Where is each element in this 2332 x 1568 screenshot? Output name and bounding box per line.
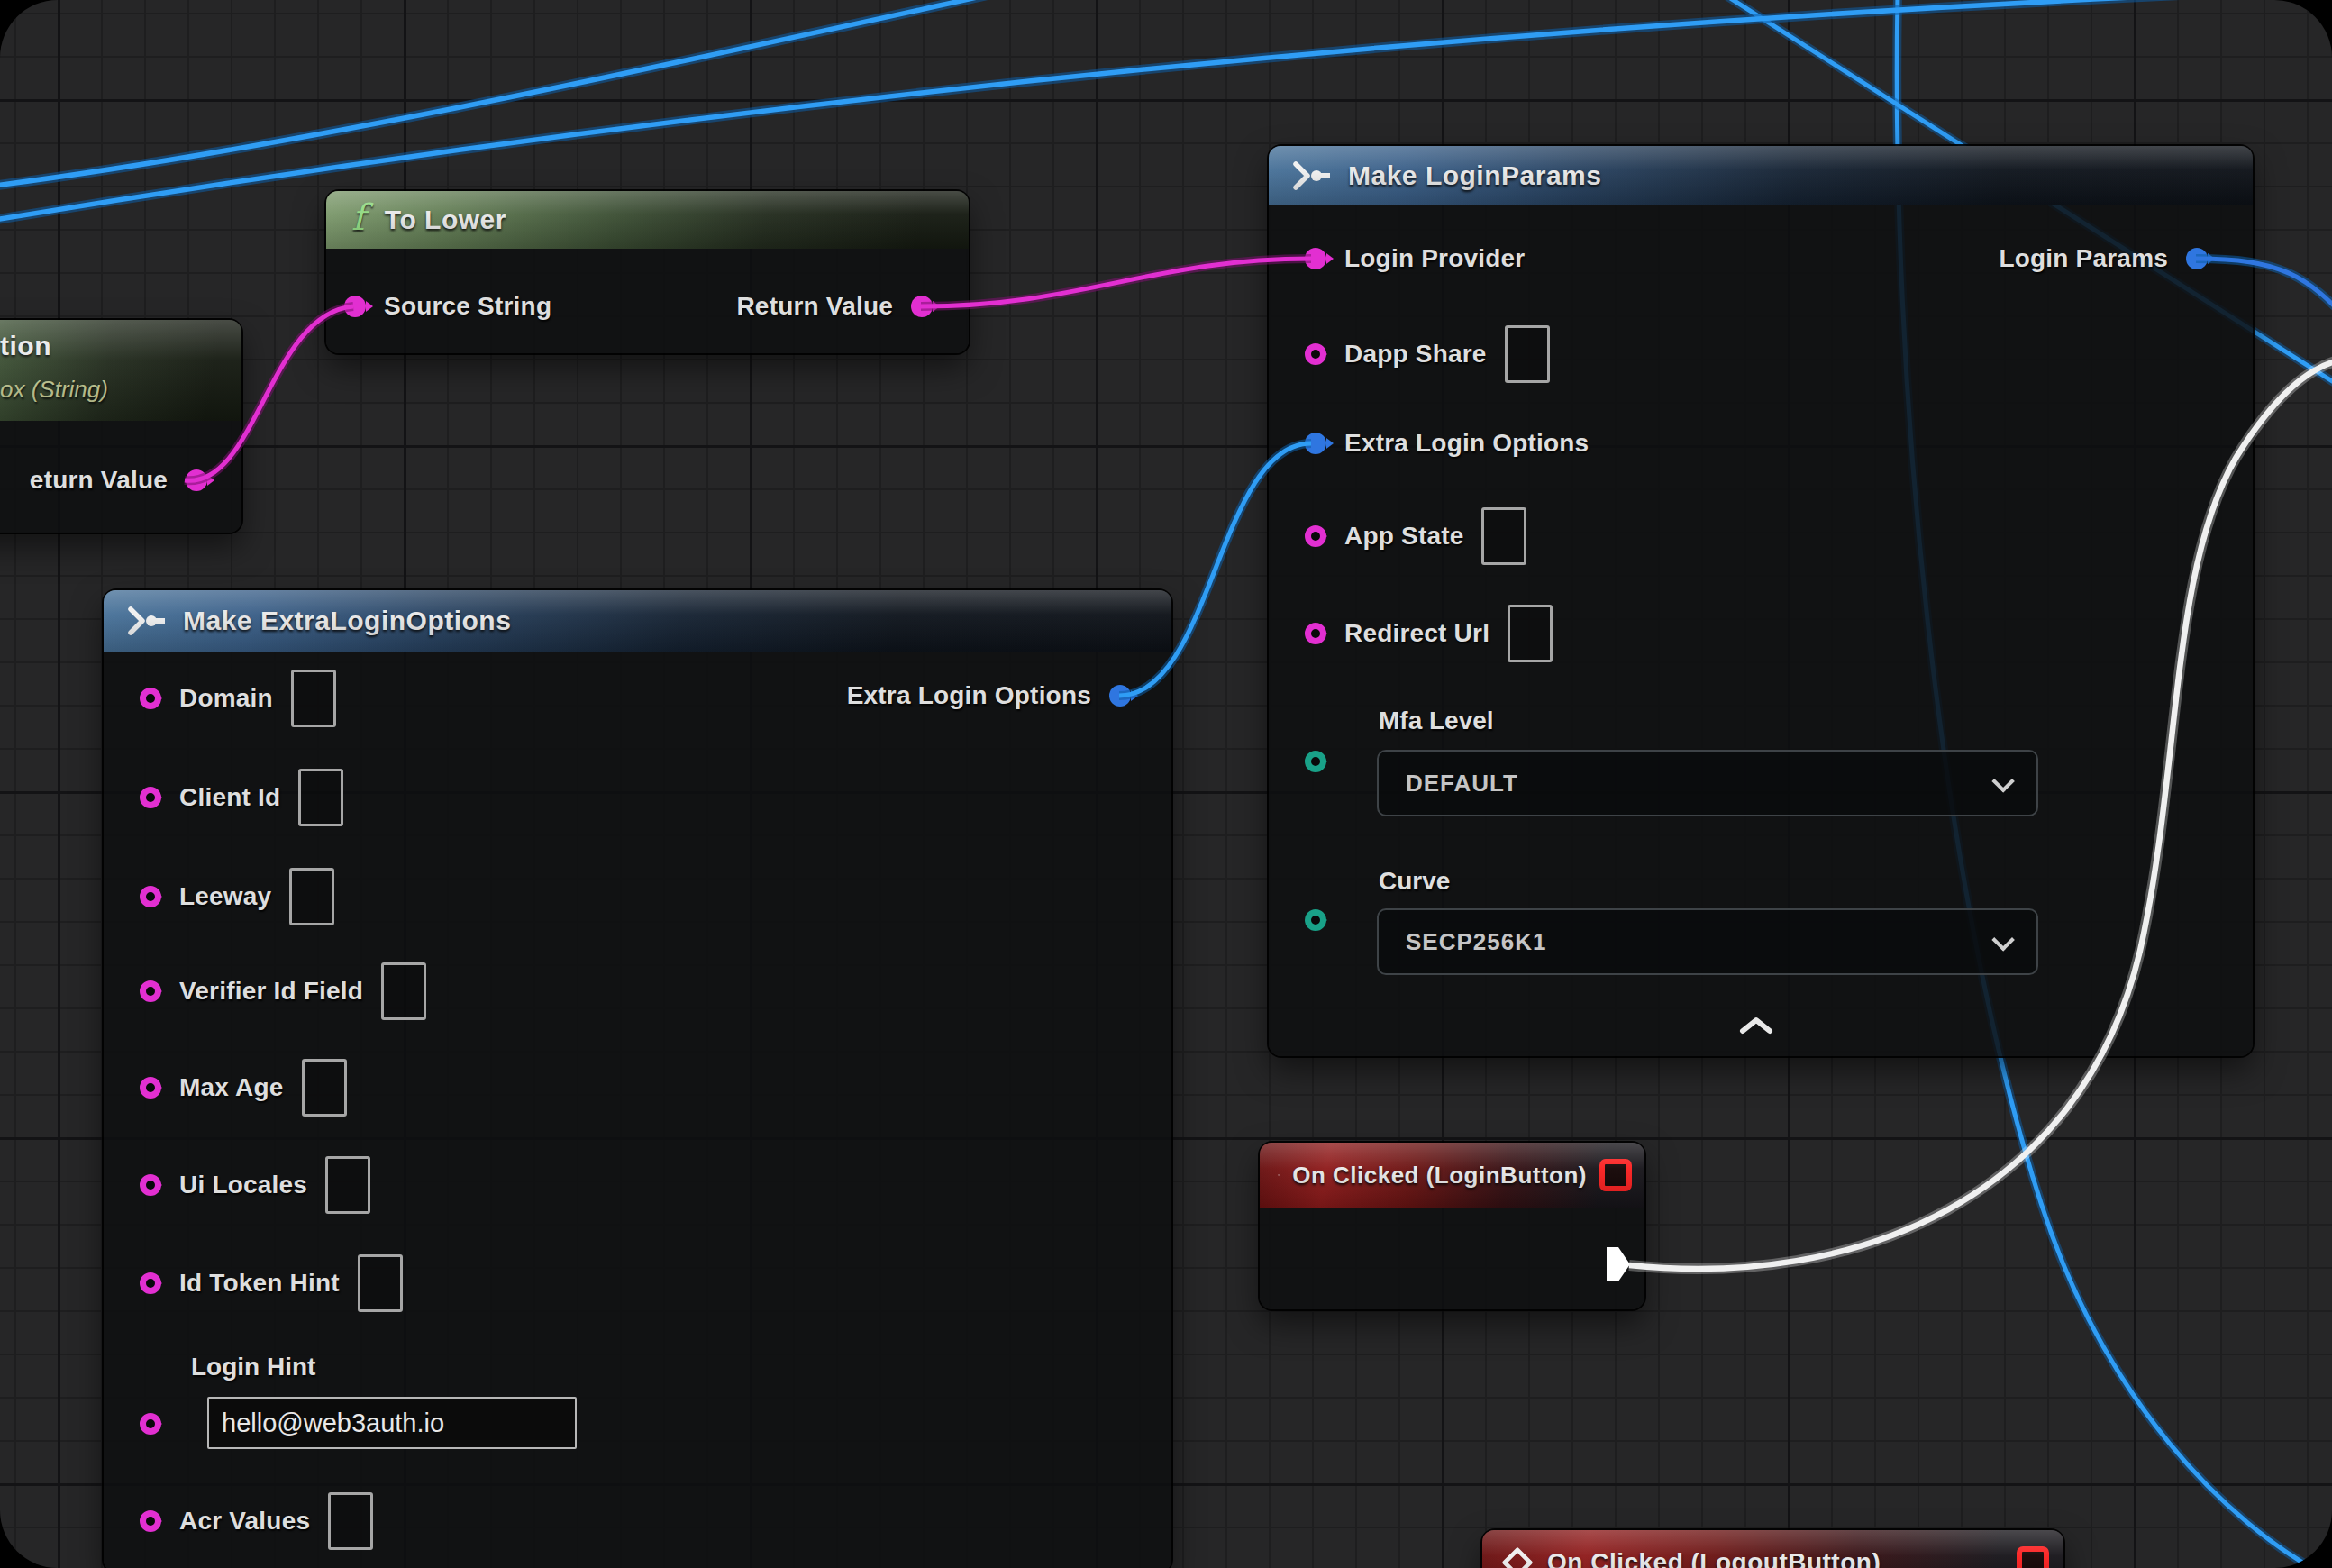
- pin-client-id[interactable]: [140, 787, 161, 808]
- mfa-level-label: Mfa Level: [1379, 707, 1494, 735]
- pin-ui-locales[interactable]: [140, 1174, 161, 1196]
- mfa-level-dropdown[interactable]: DEFAULT: [1377, 750, 2038, 816]
- pin-verifier-id-field[interactable]: [140, 980, 161, 1002]
- pin-source-string[interactable]: [344, 296, 366, 317]
- pin-dapp-share-value-box[interactable]: [1505, 325, 1550, 383]
- collapse-node-chevron[interactable]: [1737, 1016, 1775, 1035]
- pin-exec-output[interactable]: [1607, 1247, 1630, 1281]
- pin-login-params-output[interactable]: [2186, 248, 2208, 269]
- curve-dropdown[interactable]: SECP256K1: [1377, 908, 2038, 975]
- pin-dapp-share-label: Dapp Share: [1344, 340, 1487, 369]
- pin-extra-login-options-output[interactable]: [1109, 685, 1131, 707]
- pin-curve[interactable]: [1305, 909, 1326, 931]
- node-on-clicked-login-button-header: On Clicked (LoginButton): [1260, 1143, 1644, 1208]
- pin-mfa-level[interactable]: [1305, 751, 1326, 772]
- pin-redirect-url-value-box[interactable]: [1508, 605, 1553, 662]
- pin-acr-values-value-box[interactable]: [328, 1492, 373, 1550]
- pin-login-params-output-label: Login Params: [1999, 244, 2168, 273]
- pin-leeway[interactable]: [140, 886, 161, 907]
- mfa-level-value: DEFAULT: [1406, 770, 1518, 798]
- make-struct-icon: [125, 606, 167, 636]
- login-hint-input[interactable]: [207, 1397, 577, 1449]
- pin-acr-values[interactable]: [140, 1510, 161, 1532]
- pin-max-age-value-box[interactable]: [302, 1059, 347, 1117]
- make-struct-icon: [1290, 160, 1332, 191]
- pin-id-token-hint[interactable]: [140, 1272, 161, 1294]
- pin-client-id-value-box[interactable]: [298, 769, 343, 826]
- pin-return-value[interactable]: [911, 296, 933, 317]
- pin-return-value-label: eturn Value: [30, 466, 168, 495]
- node-make-extra-login-options-title: Make ExtraLoginOptions: [183, 606, 511, 636]
- node-on-clicked-login-button[interactable]: On Clicked (LoginButton): [1260, 1143, 1644, 1309]
- pin-login-hint[interactable]: [140, 1413, 161, 1435]
- pin-return-value-label: Return Value: [736, 292, 893, 321]
- pin-extra-login-options-input-label: Extra Login Options: [1344, 429, 1589, 458]
- pin-max-age-label: Max Age: [179, 1073, 284, 1102]
- pin-id-token-hint-value-box[interactable]: [358, 1254, 403, 1312]
- pin-dapp-share[interactable]: [1305, 343, 1326, 365]
- function-f-icon: f: [351, 196, 365, 238]
- node-on-clicked-login-button-title: On Clicked (LoginButton): [1292, 1162, 1587, 1190]
- pin-client-id-label: Client Id: [179, 783, 280, 812]
- node-on-clicked-logout-button-title: On Clicked (LogoutButton): [1547, 1548, 1881, 1568]
- node-partial-function-subtitle: ox (String): [0, 376, 108, 404]
- curve-value: SECP256K1: [1406, 928, 1546, 956]
- pin-verifier-id-field-label: Verifier Id Field: [179, 977, 363, 1006]
- pin-source-string-label: Source String: [384, 292, 551, 321]
- pin-max-age[interactable]: [140, 1077, 161, 1099]
- event-diamond-icon: [1278, 1161, 1280, 1190]
- node-to-lower[interactable]: f To Lower Source String Return Value: [326, 191, 969, 353]
- node-to-lower-title: To Lower: [385, 205, 506, 235]
- node-partial-function[interactable]: tion ox (String) eturn Value: [0, 320, 241, 533]
- node-make-login-params[interactable]: Make LoginParams Login Params Login Prov…: [1269, 146, 2253, 1056]
- blueprint-graph-canvas[interactable]: tion ox (String) eturn Value f To Lower …: [0, 0, 2332, 1568]
- pin-app-state[interactable]: [1305, 525, 1326, 547]
- curve-label: Curve: [1379, 867, 1450, 896]
- pin-extra-login-options-output-label: Extra Login Options: [847, 681, 1091, 710]
- pin-return-value-output[interactable]: [186, 469, 207, 491]
- pin-app-state-value-box[interactable]: [1481, 507, 1526, 565]
- node-make-login-params-header: Make LoginParams: [1269, 146, 2253, 205]
- pin-leeway-label: Leeway: [179, 882, 271, 911]
- pin-login-provider[interactable]: [1305, 248, 1326, 269]
- event-diamond-icon: [1502, 1547, 1533, 1568]
- node-make-extra-login-options-header: Make ExtraLoginOptions: [104, 590, 1171, 652]
- pin-domain[interactable]: [140, 688, 161, 709]
- pin-id-token-hint-label: Id Token Hint: [179, 1269, 340, 1298]
- chevron-down-icon: [1991, 770, 2014, 792]
- node-partial-function-header: tion ox (String): [0, 320, 241, 421]
- node-to-lower-header: f To Lower: [326, 191, 969, 249]
- node-on-clicked-logout-button[interactable]: On Clicked (LogoutButton): [1482, 1530, 2063, 1568]
- node-make-login-params-title: Make LoginParams: [1348, 160, 1601, 191]
- event-bind-icon[interactable]: [1599, 1159, 1632, 1191]
- node-make-extra-login-options[interactable]: Make ExtraLoginOptions Extra Login Optio…: [104, 590, 1171, 1568]
- pin-leeway-value-box[interactable]: [289, 868, 334, 925]
- pin-redirect-url[interactable]: [1305, 623, 1326, 644]
- pin-login-provider-label: Login Provider: [1344, 244, 1525, 273]
- node-partial-function-title: tion: [0, 331, 51, 361]
- pin-acr-values-label: Acr Values: [179, 1507, 310, 1536]
- pin-ui-locales-value-box[interactable]: [325, 1156, 370, 1214]
- pin-extra-login-options-input[interactable]: [1305, 433, 1326, 454]
- pin-login-hint-label: Login Hint: [191, 1353, 315, 1381]
- pin-verifier-id-field-value-box[interactable]: [381, 962, 426, 1020]
- chevron-down-icon: [1991, 928, 2014, 951]
- pin-redirect-url-label: Redirect Url: [1344, 619, 1489, 648]
- pin-ui-locales-label: Ui Locales: [179, 1171, 307, 1199]
- pin-app-state-label: App State: [1344, 522, 1463, 551]
- pin-domain-value-box[interactable]: [291, 670, 336, 727]
- pin-domain-label: Domain: [179, 684, 273, 713]
- event-bind-icon[interactable]: [2017, 1546, 2049, 1568]
- node-on-clicked-logout-button-header: On Clicked (LogoutButton): [1482, 1530, 2063, 1568]
